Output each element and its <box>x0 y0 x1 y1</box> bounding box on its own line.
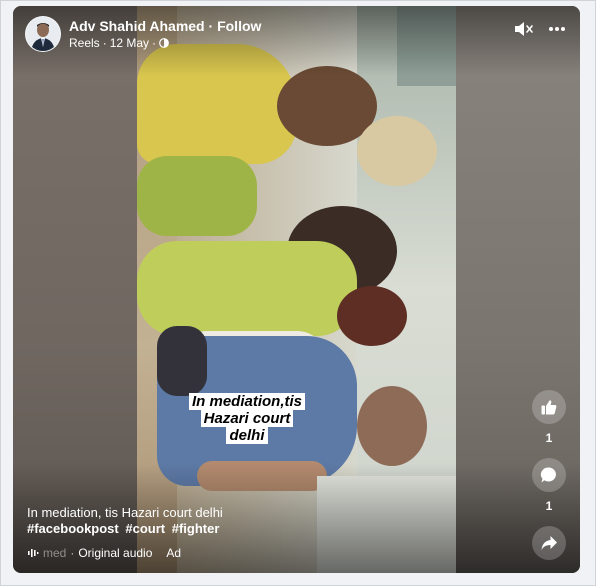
share-button[interactable] <box>532 526 566 560</box>
comment-button[interactable] <box>532 458 566 492</box>
thumbs-up-icon <box>541 400 557 415</box>
reel-actions: 1 1 <box>532 390 566 560</box>
hashtag-list: #facebookpost #court #fighter <box>27 521 357 537</box>
hashtag-court[interactable]: #court <box>125 521 165 536</box>
follow-button[interactable]: Follow <box>217 18 261 34</box>
post-header: Adv Shahid Ahamed · Follow Reels · 12 Ma… <box>25 16 261 52</box>
person-dark-trouser <box>157 326 207 396</box>
reel-card[interactable]: Adv Shahid Ahamed · Follow Reels · 12 Ma… <box>13 6 580 573</box>
post-date[interactable]: 12 May <box>110 35 149 51</box>
caption-line-1: In mediation,tis <box>188 393 305 410</box>
person-lime-shirt <box>137 241 357 336</box>
person-green-sleeve <box>137 156 257 236</box>
hashtag-facebookpost[interactable]: #facebookpost <box>27 521 119 536</box>
audio-wave-icon <box>28 549 39 557</box>
comment-count: 1 <box>545 499 553 513</box>
globe-icon <box>159 38 169 48</box>
avatar[interactable] <box>25 16 61 52</box>
video-controls <box>514 20 566 38</box>
audio-separator: · <box>70 546 75 560</box>
author-line: Adv Shahid Ahamed · Follow <box>69 17 261 35</box>
audio-extra-text: Ad <box>166 546 182 560</box>
meta-separator: · <box>102 36 107 50</box>
video-caption-overlay: In mediation,tis Hazari court delhi <box>181 393 313 444</box>
audio-info[interactable]: med · Original audio Ad <box>27 546 181 560</box>
avatar-portrait <box>26 17 60 51</box>
audio-artist-faded: med <box>43 546 67 560</box>
person-red-hair <box>337 286 407 346</box>
hashtag-fighter[interactable]: #fighter <box>172 521 220 536</box>
post-source[interactable]: Reels <box>69 35 100 51</box>
speaker-muted-icon[interactable] <box>514 20 534 38</box>
person-khaki <box>357 116 437 186</box>
caption-line-2: Hazari court <box>200 410 294 427</box>
name-separator: · <box>208 18 214 34</box>
comment-bubble-icon <box>540 467 556 483</box>
like-count: 1 <box>545 431 553 445</box>
post-description: In mediation, tis Hazari court delhi #fa… <box>27 505 357 537</box>
audio-label[interactable]: Original audio <box>78 546 152 560</box>
more-dots-icon[interactable] <box>548 26 566 32</box>
share-arrow-icon <box>541 536 557 550</box>
person-face-denim <box>357 386 427 466</box>
header-text: Adv Shahid Ahamed · Follow Reels · 12 Ma… <box>69 17 261 51</box>
description-text: In mediation, tis Hazari court delhi <box>27 505 223 520</box>
caption-line-3: delhi <box>226 427 268 444</box>
author-name[interactable]: Adv Shahid Ahamed <box>69 18 205 34</box>
post-meta: Reels · 12 May · <box>69 35 261 51</box>
meta-separator-2: · <box>152 36 157 50</box>
like-button[interactable] <box>532 390 566 424</box>
